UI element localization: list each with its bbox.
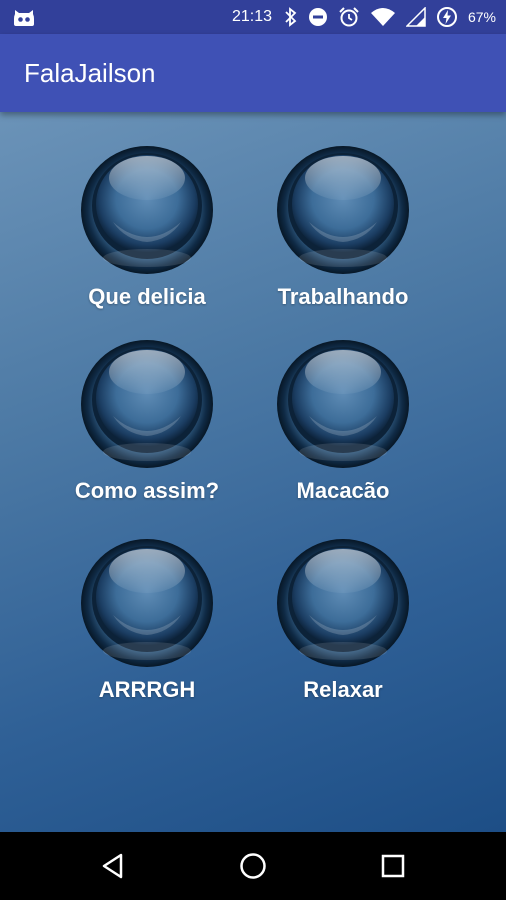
sound-label: Relaxar <box>303 677 383 702</box>
sound-label: Que delicia <box>88 284 206 309</box>
status-bar: 21:13 67% <box>0 0 506 34</box>
sound-button-macacao[interactable] <box>275 334 411 470</box>
sound-label: Macacão <box>296 478 390 503</box>
sound-button-relaxar[interactable] <box>275 533 411 669</box>
signal-icon <box>405 7 426 27</box>
sound-label: ARRRGH <box>98 677 196 702</box>
sound-item-5: ARRRGH <box>47 533 247 703</box>
status-icons: 67% <box>284 0 496 34</box>
recents-icon[interactable] <box>378 851 408 881</box>
home-icon[interactable] <box>238 851 268 881</box>
battery-charging-icon <box>436 7 457 27</box>
sound-button-que-delicia[interactable] <box>79 140 215 276</box>
sound-board: Que delicia Trabalhando Como assim? Maca… <box>0 112 506 832</box>
sound-button-trabalhando[interactable] <box>275 140 411 276</box>
alarm-icon <box>339 7 359 27</box>
sound-item-6: Relaxar <box>243 533 443 703</box>
battery-percent: 67% <box>467 9 496 25</box>
android-notification-icon <box>14 10 34 26</box>
navigation-bar <box>0 832 506 900</box>
sound-label: Trabalhando <box>277 284 409 309</box>
status-time: 21:13 <box>232 8 273 25</box>
bluetooth-icon <box>285 7 297 27</box>
sound-item-4: Macacão <box>243 334 443 504</box>
sound-button-como-assim[interactable] <box>79 334 215 470</box>
sound-item-3: Como assim? <box>47 334 247 504</box>
do-not-disturb-icon <box>308 8 327 26</box>
sound-item-1: Que delicia <box>47 140 247 310</box>
sound-label: Como assim? <box>74 478 220 503</box>
wifi-icon <box>370 8 395 26</box>
app-title: FalaJailson <box>24 58 156 88</box>
sound-item-2: Trabalhando <box>243 140 443 310</box>
back-icon[interactable] <box>98 851 128 881</box>
sound-button-arrrgh[interactable] <box>79 533 215 669</box>
app-bar: FalaJailson <box>0 34 506 112</box>
